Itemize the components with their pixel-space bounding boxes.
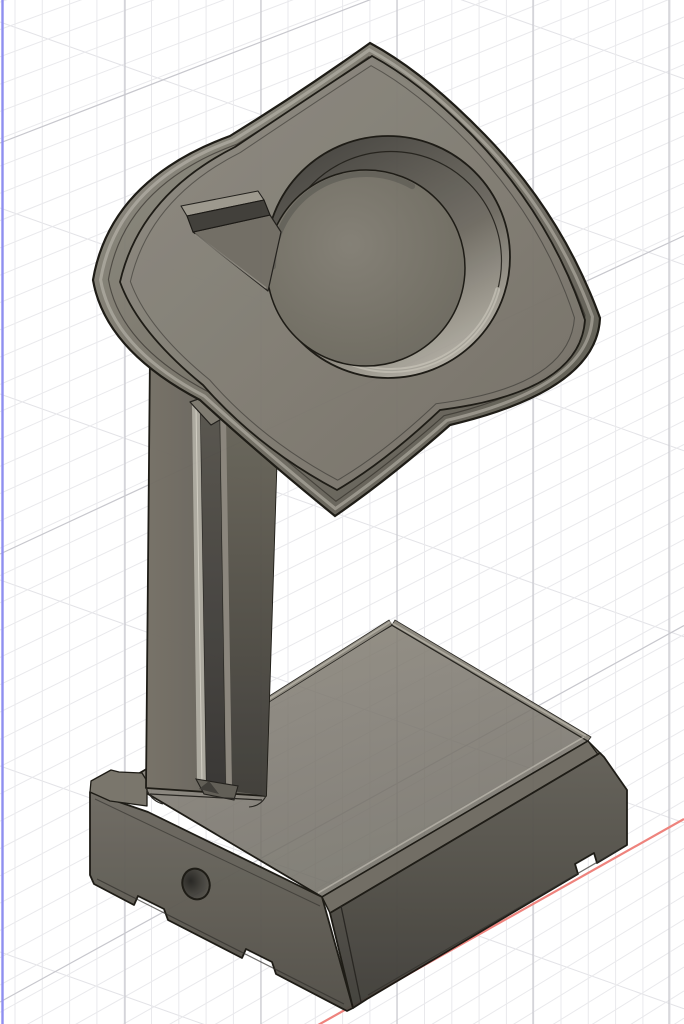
recess-floor[interactable] [267,170,465,366]
viewport-canvas[interactable] [0,0,684,1024]
cad-viewport[interactable] [0,0,684,1024]
charger-recess[interactable] [266,136,510,378]
